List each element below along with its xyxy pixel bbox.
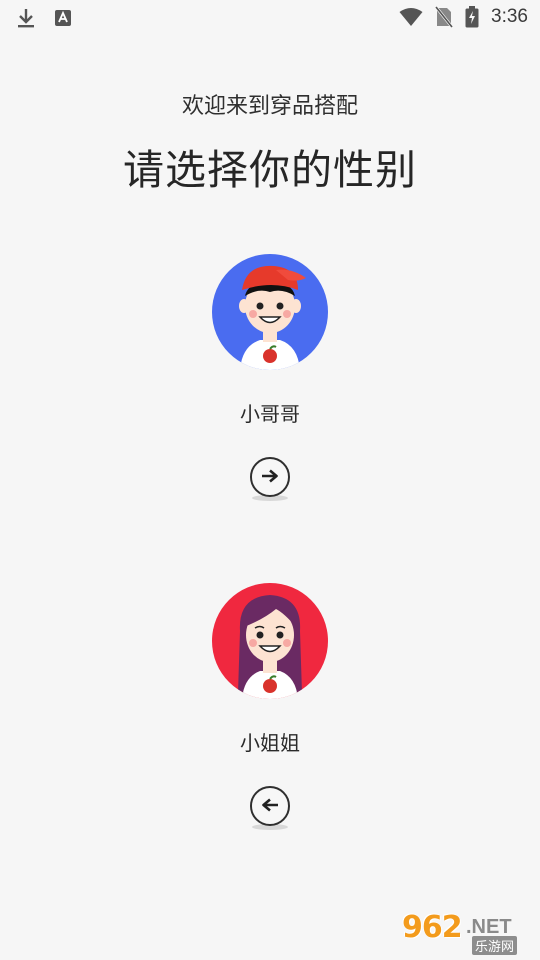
select-boy-button[interactable] <box>250 457 290 497</box>
no-sim-icon <box>435 6 454 28</box>
boy-avatar[interactable] <box>212 254 328 370</box>
battery-charging-icon <box>465 6 479 28</box>
welcome-text: 欢迎来到穿品搭配 <box>181 94 358 119</box>
download-icon <box>16 7 36 29</box>
arrow-left-icon <box>261 797 279 816</box>
select-girl-button[interactable] <box>250 786 290 826</box>
gender-option-boy[interactable]: 小哥哥 <box>0 254 540 524</box>
girl-avatar[interactable] <box>212 583 328 699</box>
arrow-right-icon <box>261 468 279 487</box>
wifi-icon <box>399 7 423 27</box>
status-time: 3:36 <box>491 6 528 27</box>
text-a-icon <box>54 9 72 27</box>
watermark-sub: 乐游网 <box>472 936 518 955</box>
watermark-number: 962 <box>402 910 463 945</box>
status-bar: 3:36 <box>0 0 540 36</box>
boy-label: 小哥哥 <box>240 402 300 426</box>
gender-option-girl[interactable]: 小姐姐 <box>0 583 540 853</box>
girl-label: 小姐姐 <box>240 731 300 755</box>
watermark: 962 .NET 乐游网 <box>402 910 534 955</box>
page-title: 请选择你的性别 <box>123 146 417 194</box>
